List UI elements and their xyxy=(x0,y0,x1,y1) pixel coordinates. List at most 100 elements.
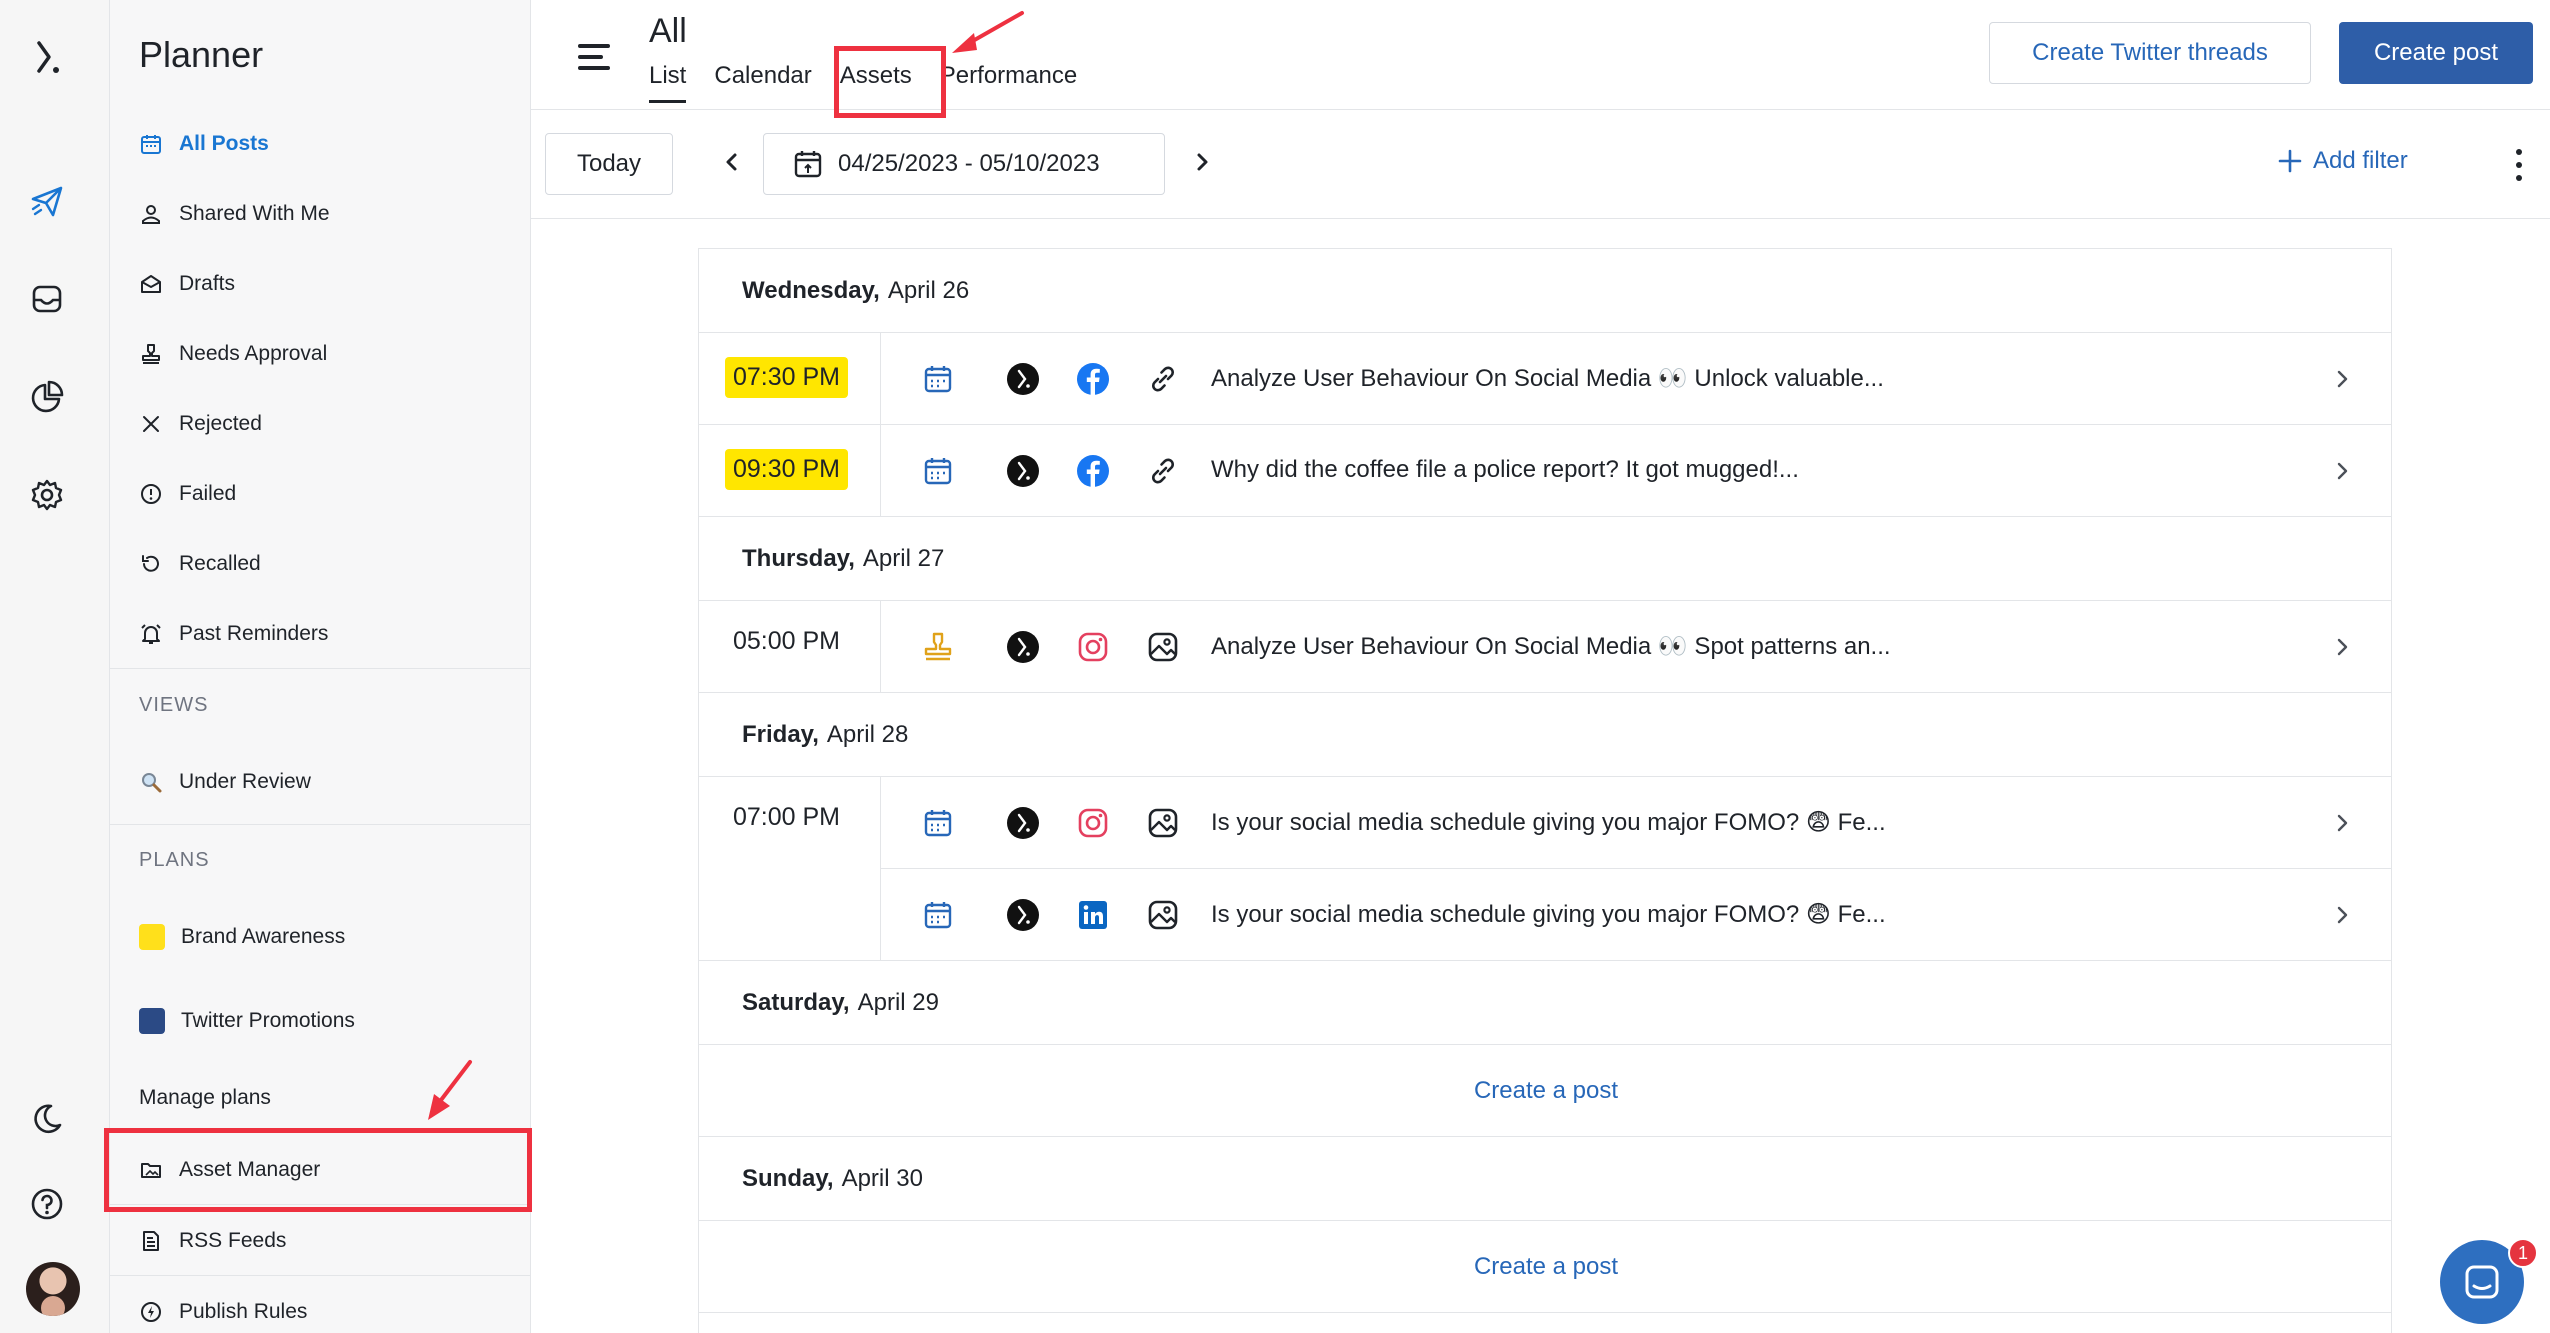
sidebar-item-label: Rejected xyxy=(179,412,262,435)
calendar-icon xyxy=(141,135,161,154)
create-post-button[interactable]: Create post xyxy=(2339,22,2533,84)
alarm-icon xyxy=(141,624,161,644)
post-time: 05:00 PM xyxy=(733,627,841,655)
day-header: Wednesday, April 26 xyxy=(699,249,2391,333)
sidebar-item-all-posts[interactable]: All Posts xyxy=(139,124,269,164)
sidebar-item-label: Past Reminders xyxy=(179,622,329,645)
post-time: 07:00 PM xyxy=(733,803,841,831)
sidebar-item-publish-rules[interactable]: Publish Rules xyxy=(139,1292,307,1332)
sidebar-item-label: Drafts xyxy=(179,272,236,295)
sidebar-item-shared-with-me[interactable]: Shared With Me xyxy=(139,194,330,234)
facebook-icon xyxy=(1076,454,1110,488)
sidebar-item-label: Publish Rules xyxy=(179,1300,308,1323)
help-icon[interactable] xyxy=(26,1183,68,1225)
gear-icon[interactable] xyxy=(26,474,68,516)
page-title: All xyxy=(649,12,687,50)
day-weekday: Thursday, xyxy=(742,544,855,572)
bolt-circle-icon xyxy=(141,1302,161,1322)
menu-icon[interactable] xyxy=(577,40,611,74)
calendar-icon xyxy=(921,898,955,932)
day-header: Saturday, April 29 xyxy=(699,961,2391,1045)
dark-mode-icon[interactable] xyxy=(26,1098,68,1140)
day-weekday: Wednesday, xyxy=(742,276,880,304)
sidebar-item-past-reminders[interactable]: Past Reminders xyxy=(139,614,328,654)
sidebar-title: Planner xyxy=(139,34,264,75)
more-options-icon[interactable] xyxy=(2509,147,2529,183)
create-post-link[interactable]: Create a post xyxy=(699,1045,2391,1137)
plan-brand-awareness[interactable]: Brand Awareness xyxy=(139,917,345,957)
today-button[interactable]: Today xyxy=(545,133,673,195)
create-twitter-threads-button[interactable]: Create Twitter threads xyxy=(1989,22,2311,84)
day-weekday: Sunday, xyxy=(742,1164,834,1192)
stamp-icon xyxy=(921,630,955,664)
tab-calendar[interactable]: Calendar xyxy=(714,62,811,103)
tab-performance[interactable]: Performance xyxy=(940,62,1077,103)
chevron-right-icon[interactable] xyxy=(2331,636,2353,658)
brand-avatar-icon xyxy=(1006,630,1040,664)
day-header: Friday, April 28 xyxy=(699,693,2391,777)
add-filter-button[interactable]: Add filter xyxy=(2277,147,2408,175)
alert-circle-icon xyxy=(141,484,161,504)
sidebar-item-rss-feeds[interactable]: RSS Feeds xyxy=(139,1221,286,1261)
stamp-icon xyxy=(142,344,160,364)
chevron-right-icon[interactable] xyxy=(2331,368,2353,390)
day-date: April 28 xyxy=(826,720,909,748)
sidebar-item-rejected[interactable]: Rejected xyxy=(139,404,262,444)
link-icon xyxy=(1146,362,1180,396)
day-header: Thursday, April 27 xyxy=(699,517,2391,601)
rss-doc-icon xyxy=(143,1231,159,1251)
date-range-picker[interactable]: 04/25/2023 - 05/10/2023 xyxy=(763,133,1165,195)
instagram-icon xyxy=(1076,630,1110,664)
plan-color-swatch xyxy=(139,924,165,950)
day-date: April 30 xyxy=(841,1164,923,1192)
chevron-right-icon[interactable] xyxy=(2331,904,2353,926)
chevron-left-icon[interactable] xyxy=(717,147,747,177)
post-list: Wednesday, April 26 07:30 PM 09:30 PM Thu… xyxy=(698,248,2392,1333)
instagram-icon xyxy=(1076,806,1110,840)
day-weekday: Friday, xyxy=(742,720,819,748)
sidebar-item-needs-approval[interactable]: Needs Approval xyxy=(139,334,327,374)
brand-avatar-icon xyxy=(1006,806,1040,840)
add-filter-label: Add filter xyxy=(2313,147,2408,174)
brand-avatar-icon xyxy=(1006,362,1040,396)
post-preview-text: Analyze User Behaviour On Social Media 👀… xyxy=(1211,633,1891,660)
avatar[interactable] xyxy=(26,1262,80,1316)
image-icon xyxy=(1146,898,1180,932)
day-header: Sunday, April 30 xyxy=(699,1137,2391,1221)
divider xyxy=(110,1275,531,1276)
plus-icon xyxy=(2278,149,2302,173)
time-cell: 09:30 PM xyxy=(699,425,881,517)
send-icon[interactable] xyxy=(26,180,68,222)
calendar-icon xyxy=(921,362,955,396)
sidebar-item-recalled[interactable]: Recalled xyxy=(139,544,261,584)
post-preview-text: Is your social media schedule giving you… xyxy=(1211,901,1886,928)
logo-icon[interactable] xyxy=(26,36,68,78)
sidebar-item-under-review[interactable]: Under Review xyxy=(139,762,311,802)
sidebar-item-label: Under Review xyxy=(179,770,311,793)
plan-label: Twitter Promotions xyxy=(181,1009,355,1032)
post-time: 09:30 PM xyxy=(725,449,849,490)
chat-notification-badge: 1 xyxy=(2508,1238,2538,1268)
sidebar-item-label: Recalled xyxy=(179,552,261,575)
annotation-arrow xyxy=(428,1060,472,1120)
plan-twitter-promotions[interactable]: Twitter Promotions xyxy=(139,1001,355,1041)
brand-avatar-icon xyxy=(1006,898,1040,932)
inbox-icon[interactable] xyxy=(26,278,68,320)
chevron-right-icon[interactable] xyxy=(2331,812,2353,834)
sidebar-item-label: All Posts xyxy=(179,132,269,155)
sidebar-item-failed[interactable]: Failed xyxy=(139,474,236,514)
manage-plans-link[interactable]: Manage plans xyxy=(139,1078,271,1118)
post-time: 07:30 PM xyxy=(725,357,849,398)
link-icon xyxy=(1146,454,1180,488)
image-icon xyxy=(1146,630,1180,664)
create-post-link[interactable]: Create a post xyxy=(699,1221,2391,1313)
chevron-right-icon[interactable] xyxy=(2331,460,2353,482)
tab-list[interactable]: List xyxy=(649,62,687,103)
chevron-right-icon[interactable] xyxy=(1187,147,1217,177)
sidebar-item-drafts[interactable]: Drafts xyxy=(139,264,235,304)
annotation-box-assets-tab xyxy=(834,46,946,118)
day-date: April 29 xyxy=(857,988,939,1016)
undo-icon xyxy=(142,555,159,572)
calendar-icon xyxy=(794,151,822,178)
analytics-icon[interactable] xyxy=(26,376,68,418)
